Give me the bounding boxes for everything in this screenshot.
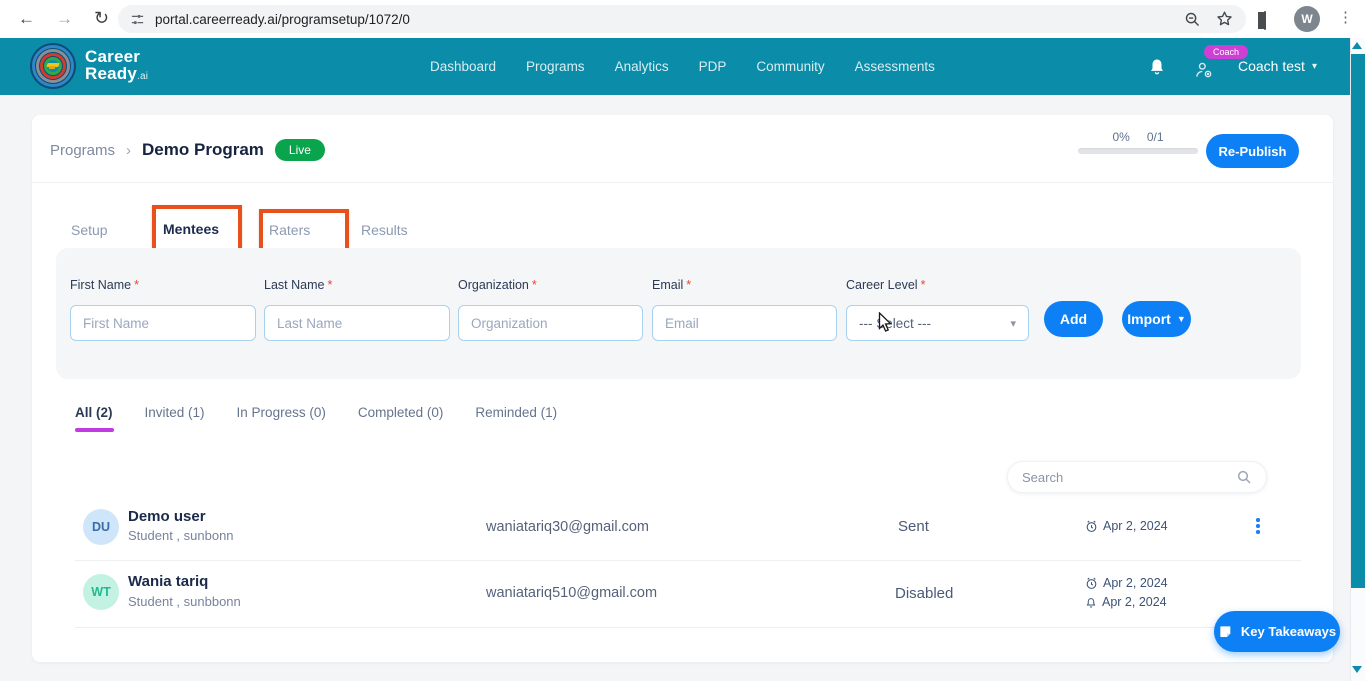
last-name-input[interactable] xyxy=(264,305,450,341)
url-text[interactable]: portal.careerready.ai/programsetup/1072/… xyxy=(155,12,1184,27)
import-button[interactable]: Import▼ xyxy=(1122,301,1191,337)
filter-reminded[interactable]: Reminded (1) xyxy=(475,405,557,420)
invite-status: Sent xyxy=(898,518,929,535)
breadcrumb-separator-icon: › xyxy=(126,142,131,159)
progress-ratio: 0/1 xyxy=(1147,130,1164,144)
mentee-subtitle: Student , sunbonn xyxy=(128,528,234,543)
filter-all[interactable]: All (2) xyxy=(75,405,113,420)
organization-label: Organization* xyxy=(458,278,537,292)
logo-rings-icon xyxy=(30,43,76,89)
program-setup-card: Programs › Demo Program Live 0% 0/1 Re-P… xyxy=(32,115,1333,662)
email-input[interactable] xyxy=(652,305,837,341)
graduation-cap-icon xyxy=(46,63,59,67)
mentee-subtitle: Student , sunbbonn xyxy=(128,594,241,609)
career-level-select[interactable]: --- Select --- ▾ xyxy=(846,305,1029,341)
status-filter-tabs: All (2) Invited (1) In Progress (0) Comp… xyxy=(75,405,557,420)
scrollbar-down-icon[interactable] xyxy=(1352,666,1362,673)
header-divider xyxy=(32,182,1333,183)
nav-pdp[interactable]: PDP xyxy=(699,59,727,74)
nav-analytics[interactable]: Analytics xyxy=(615,59,669,74)
email-label: Email* xyxy=(652,278,691,292)
active-filter-underline xyxy=(75,428,114,432)
address-bar[interactable]: portal.careerready.ai/programsetup/1072/… xyxy=(118,5,1246,33)
first-name-input[interactable] xyxy=(70,305,256,341)
side-panel-icon[interactable] xyxy=(1264,11,1266,30)
avatar: WT xyxy=(83,574,119,610)
coach-role-badge: Coach xyxy=(1204,45,1248,59)
reminder-bell-icon xyxy=(1085,596,1097,609)
note-icon xyxy=(1218,624,1234,640)
coach-profile-icon[interactable] xyxy=(1194,60,1214,80)
browser-reload-icon[interactable]: ↻ xyxy=(94,8,109,29)
career-level-label: Career Level* xyxy=(846,278,925,292)
reminded-date: Apr 2, 2024 xyxy=(1085,595,1167,609)
mentee-name: Wania tariq xyxy=(128,573,208,590)
browser-menu-icon[interactable]: ⋮ xyxy=(1338,8,1353,26)
publish-progress-bar xyxy=(1078,148,1198,154)
site-settings-icon[interactable] xyxy=(130,12,145,27)
filter-in-progress[interactable]: In Progress (0) xyxy=(237,405,326,420)
browser-toolbar: ← → ↻ portal.careerready.ai/programsetup… xyxy=(0,0,1365,38)
notifications-bell-icon[interactable] xyxy=(1148,57,1166,77)
invited-date: Apr 2, 2024 xyxy=(1085,576,1168,590)
career-level-value: --- Select --- xyxy=(859,316,931,331)
browser-profile-avatar[interactable]: W xyxy=(1294,6,1320,32)
invite-status: Disabled xyxy=(895,585,953,602)
nav-assessments[interactable]: Assessments xyxy=(855,59,935,74)
annotation-box-mentees xyxy=(152,205,242,253)
mouse-cursor xyxy=(878,312,893,333)
key-takeaways-button[interactable]: Key Takeaways xyxy=(1214,611,1340,652)
row-actions-menu-icon[interactable] xyxy=(1253,515,1263,537)
mentee-email: waniatariq30@gmail.com xyxy=(486,519,649,535)
row-divider xyxy=(75,560,1301,561)
search-input[interactable] xyxy=(1022,470,1236,485)
search-box xyxy=(1007,461,1267,493)
add-button[interactable]: Add xyxy=(1044,301,1103,337)
row-divider xyxy=(75,627,1301,628)
mentee-name: Demo user xyxy=(128,508,206,525)
chevron-down-icon: ▾ xyxy=(1010,317,1016,330)
bookmark-star-icon[interactable] xyxy=(1215,10,1234,28)
nav-dashboard[interactable]: Dashboard xyxy=(430,59,496,74)
first-name-label: First Name* xyxy=(70,278,139,292)
add-mentee-form: First Name* Last Name* Organization* Ema… xyxy=(56,248,1301,379)
user-menu[interactable]: Coach test ▾ xyxy=(1238,58,1317,74)
search-icon[interactable] xyxy=(1236,469,1252,485)
breadcrumb: Programs › Demo Program Live xyxy=(50,139,325,161)
tab-setup[interactable]: Setup xyxy=(71,222,108,238)
page-title: Demo Program xyxy=(142,140,264,160)
app-header: Career Ready.ai Dashboard Programs Analy… xyxy=(0,38,1350,95)
organization-input[interactable] xyxy=(458,305,643,341)
main-nav: Dashboard Programs Analytics PDP Communi… xyxy=(430,38,935,95)
zoom-out-icon[interactable] xyxy=(1184,11,1201,28)
filter-completed[interactable]: Completed (0) xyxy=(358,405,444,420)
progress-percent: 0% xyxy=(1112,130,1129,144)
breadcrumb-programs-link[interactable]: Programs xyxy=(50,142,115,159)
logo-text: Career Ready.ai xyxy=(85,48,148,85)
last-name-label: Last Name* xyxy=(264,278,332,292)
browser-back-icon[interactable]: ← xyxy=(18,9,35,29)
scrollbar-up-icon[interactable] xyxy=(1352,42,1362,49)
invited-date: Apr 2, 2024 xyxy=(1085,519,1168,533)
browser-forward-icon[interactable]: → xyxy=(56,9,73,29)
careerready-logo[interactable]: Career Ready.ai xyxy=(30,43,148,89)
mentee-email: waniatariq510@gmail.com xyxy=(486,585,657,601)
clock-icon xyxy=(1085,577,1098,590)
avatar: DU xyxy=(83,509,119,545)
live-status-badge: Live xyxy=(275,139,325,161)
clock-icon xyxy=(1085,520,1098,533)
republish-button[interactable]: Re-Publish xyxy=(1206,134,1299,168)
nav-programs[interactable]: Programs xyxy=(526,59,585,74)
nav-community[interactable]: Community xyxy=(756,59,824,74)
chevron-down-icon: ▼ xyxy=(1177,314,1186,324)
publish-progress-labels: 0% 0/1 xyxy=(1078,130,1198,144)
tab-results[interactable]: Results xyxy=(361,222,408,238)
filter-invited[interactable]: Invited (1) xyxy=(145,405,205,420)
chevron-down-icon: ▾ xyxy=(1312,61,1317,72)
scrollbar-thumb[interactable] xyxy=(1351,54,1365,588)
